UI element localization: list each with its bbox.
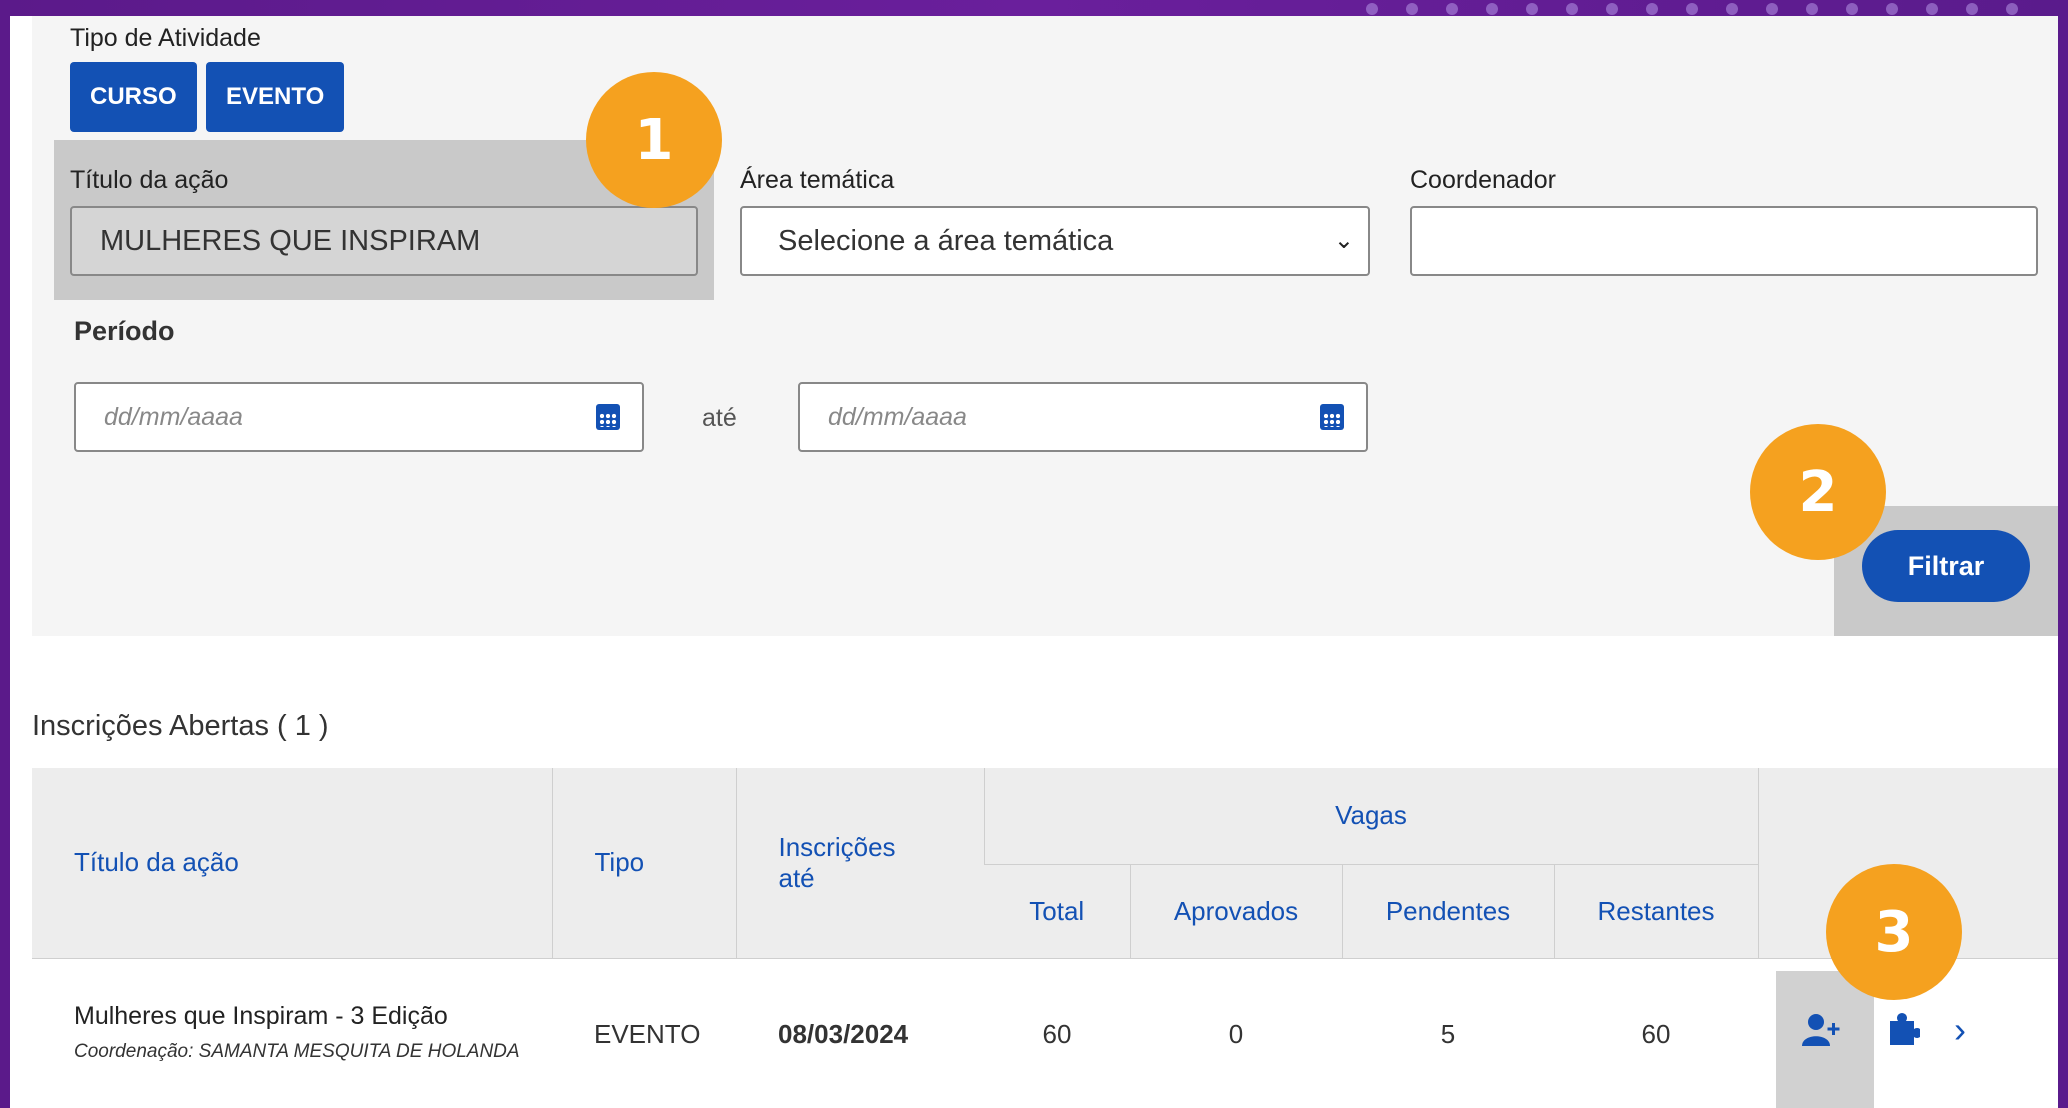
date-from-placeholder: dd/mm/aaaa [104,402,243,431]
row-total: 60 [984,958,1130,1108]
date-to-input[interactable]: dd/mm/aaaa [798,382,1368,452]
chevron-right-icon[interactable]: › [1954,1009,1966,1051]
content-frame: Tipo de Atividade CURSO EVENTO Título da… [10,16,2058,1108]
puzzle-icon[interactable] [1886,1012,1922,1056]
title-label: Título da ação [70,166,229,194]
type-button-curso[interactable]: CURSO [70,62,197,132]
row-approved: 0 [1130,958,1342,1108]
date-to-placeholder: dd/mm/aaaa [828,402,967,431]
header-vagas: Vagas [983,768,1758,865]
header-approved: Aprovados [1129,864,1342,959]
coordinator-input[interactable] [1410,206,2038,276]
coordinator-label: Coordenador [1410,166,1556,194]
header-deadline: Inscrições até [735,768,984,959]
chevron-down-icon: ⌄ [1333,227,1354,254]
title-input[interactable]: MULHERES QUE INSPIRAM [70,206,698,276]
actions-table: Título da ação Tipo Inscrições até Vagas… [32,768,2058,1108]
type-button-evento[interactable]: EVENTO [206,62,345,132]
row-title: Mulheres que Inspiram - 3 Edição [74,1002,448,1031]
row-title-cell: Mulheres que Inspiram - 3 Edição Coorden… [32,958,552,1108]
calendar-icon[interactable] [1320,404,1344,430]
calendar-icon[interactable] [596,404,620,430]
step-badge-3: 3 [1826,864,1962,1000]
filter-panel: Tipo de Atividade CURSO EVENTO Título da… [32,16,2058,636]
header-remaining: Restantes [1553,864,1758,959]
period-label: Período [74,316,175,346]
header-pending: Pendentes [1341,864,1554,959]
activity-type-label: Tipo de Atividade [70,24,261,52]
step-badge-1: 1 [586,72,722,208]
row-deadline: 08/03/2024 [736,958,984,1108]
area-selected-value: Selecione a área temática [778,224,1114,257]
row-pending: 5 [1342,958,1554,1108]
date-from-input[interactable]: dd/mm/aaaa [74,382,644,452]
header-total: Total [984,864,1130,959]
step-badge-2: 2 [1750,424,1886,560]
user-plus-icon[interactable] [1802,1013,1842,1056]
until-text: até [702,404,737,432]
area-label: Área temática [740,166,895,194]
header-type: Tipo [551,768,736,959]
table-row: Mulheres que Inspiram - 3 Edição Coorden… [32,958,2058,1108]
header-title: Título da ação [32,768,552,959]
row-remaining: 60 [1554,958,1758,1108]
filter-button[interactable]: Filtrar [1862,530,2030,602]
area-select[interactable]: Selecione a área temática ⌄ [740,206,1370,276]
decorative-dots [1348,0,2068,16]
row-type: EVENTO [552,958,736,1108]
section-title: Inscrições Abertas ( 1 ) [32,710,329,742]
row-coordination: Coordenação: SAMANTA MESQUITA DE HOLANDA [74,1041,520,1063]
